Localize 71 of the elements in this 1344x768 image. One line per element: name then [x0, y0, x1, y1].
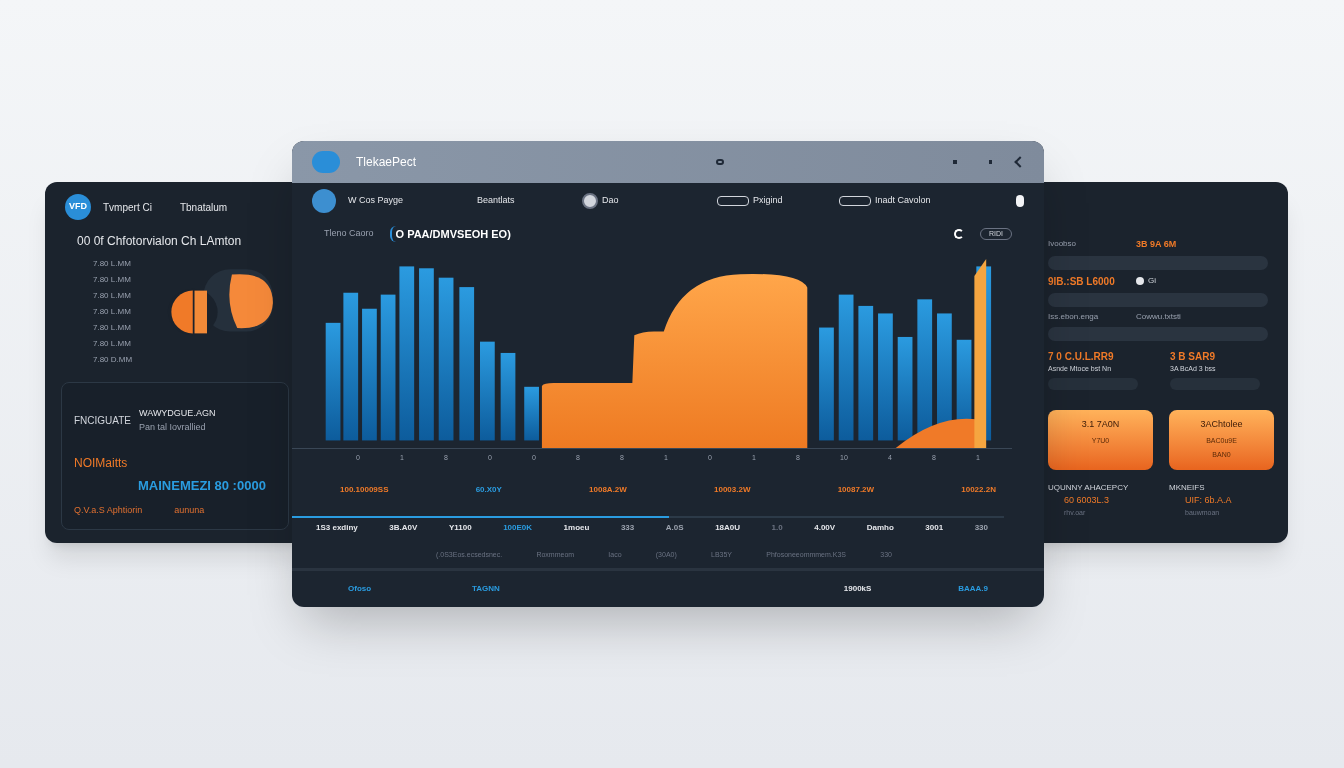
footer-text: TAGNN	[471, 583, 501, 595]
summary-value: UIF: 6b.A.A	[1184, 494, 1233, 507]
toolbar-label: Tleno Caoro	[324, 227, 374, 241]
selector-field[interactable]: O PAA/DMVSEOH EO)	[389, 225, 511, 243]
value-text: 10003.2W	[714, 483, 751, 496]
list-item: 7.80 L.MM	[92, 306, 132, 318]
value-text: 60.X0Y	[475, 483, 502, 496]
field-label: 3B 9A 6M	[1136, 238, 1177, 251]
refresh-icon[interactable]	[954, 229, 964, 239]
footer-text: BAAA.9	[958, 583, 988, 595]
toggle-icon	[1136, 277, 1144, 285]
app-logo-icon	[312, 151, 340, 173]
total-value: MAINEMEZI 80 :0000	[138, 477, 267, 495]
list-item: 7.80 D.MM	[92, 354, 134, 366]
card-title: 3AChtolee	[1200, 418, 1243, 431]
stat-value: 3 B SAR9	[1170, 349, 1216, 364]
tag-icon	[717, 196, 749, 206]
card-footer-text: aununa	[174, 503, 205, 517]
value-text: 10087.2W	[837, 483, 875, 496]
reading-text: 333	[620, 521, 635, 534]
card-label: FNCIGUATE	[74, 414, 132, 428]
nav-item[interactable]: Inadt Cavolon	[875, 194, 931, 208]
card-note: WAWYDGUE.AGN	[139, 407, 216, 420]
stat-value: 7 0 C.U.L.RR9	[1048, 349, 1115, 364]
window-title: TlekaePect	[356, 154, 417, 171]
tag-icon	[839, 196, 871, 206]
app-icon	[312, 189, 336, 213]
field-label: Iss.ebon.enga	[1048, 310, 1099, 323]
reading-text: Damho	[866, 521, 894, 534]
reading-text: 1S3 exdiny	[316, 521, 358, 534]
reading-text: 100E0K	[503, 521, 533, 534]
status-text: NOIMaitts	[74, 455, 129, 472]
chart-bar	[524, 386, 539, 441]
summary-value: 60 6003L.3	[1063, 494, 1111, 507]
value-text: 10022.2N	[961, 483, 996, 496]
value-text: 100.10009SS	[340, 483, 389, 496]
panel-heading: 00 0f Chfotorvialon Ch LAmton	[76, 233, 243, 250]
reading-text: 1.0	[771, 521, 783, 534]
card-title: 3.1 7A0N	[1081, 418, 1120, 431]
reading-text: 1moeu	[563, 521, 590, 534]
nav-item[interactable]: Dao	[602, 194, 619, 208]
reading-text: 330	[974, 521, 988, 534]
field-label: Cowwu.txtsti	[1136, 310, 1181, 323]
field-label: Ivoobso	[1048, 238, 1077, 250]
value-text: 9IB.:SB L6000	[1048, 274, 1115, 289]
footer-text: Ofoso	[348, 583, 373, 595]
panel-subtitle: Tbnatalum	[179, 200, 228, 215]
summary-label: UQUNNY AHACEPCY	[1048, 482, 1130, 494]
list-item: 7.80 L.MM	[92, 258, 132, 270]
reading-text: Y1100	[448, 521, 472, 534]
list-item: 7.80 L.MM	[92, 290, 132, 302]
summary-label: MKNEIFS	[1169, 482, 1206, 494]
list-item: 7.80 L.MM	[92, 274, 132, 286]
reading-text: 4.00V	[814, 521, 836, 534]
nav-item[interactable]: W Cos Payge	[348, 194, 404, 208]
reading-text: 3001	[925, 521, 944, 534]
logo-badge: VFD	[65, 194, 91, 220]
reading-text: 18A0U	[715, 521, 741, 534]
field-label: Gi	[1148, 275, 1156, 287]
value-text: 1008A.2W	[589, 483, 627, 496]
card-footer-text: Q.V.a.S Aphtiorin	[74, 503, 143, 517]
reading-text: 3B.A0V	[389, 521, 418, 534]
nav-item[interactable]: Beantlats	[477, 194, 515, 208]
nav-item[interactable]: Pxigind	[753, 194, 783, 208]
footer-text: 1900kS	[843, 583, 873, 595]
list-item: 7.80 L.MM	[92, 322, 132, 334]
dial-icon	[582, 193, 598, 209]
card-note: Pan tal Iovrallied	[139, 420, 207, 434]
reading-text: A.0S	[665, 521, 684, 534]
list-item: 7.80 L.MM	[92, 338, 132, 350]
panel-title: Tvmpert Ci	[103, 200, 152, 215]
